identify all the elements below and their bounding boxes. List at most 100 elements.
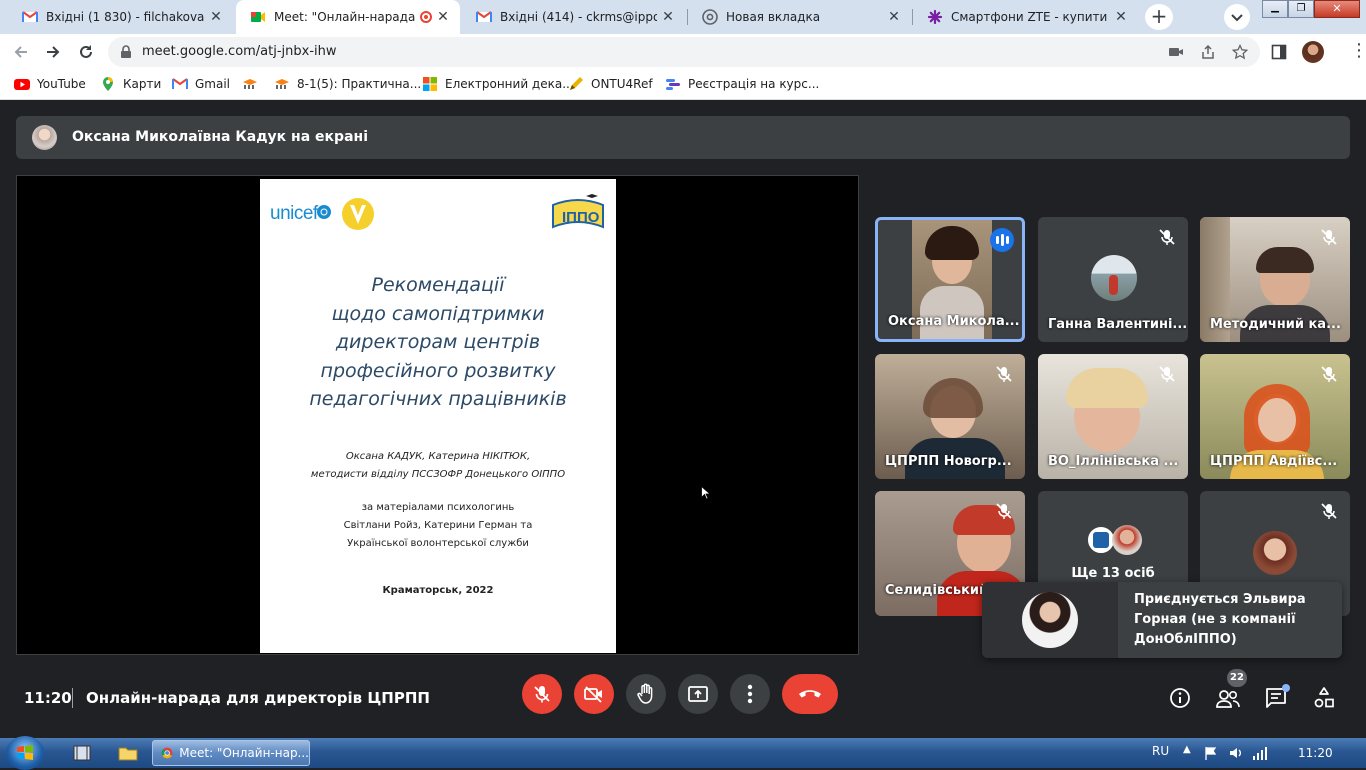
- source-line: Української волонтерської служби: [347, 538, 529, 549]
- browser-toolbar: meet.google.com/atj-jnbx-ihw ⋮: [0, 34, 1366, 70]
- forward-icon[interactable]: [44, 43, 62, 61]
- tab-search-button[interactable]: [1224, 4, 1250, 30]
- close-tab-icon[interactable]: ✕: [887, 9, 901, 25]
- profile-avatar[interactable]: [1302, 41, 1324, 63]
- network-icon[interactable]: [1252, 745, 1268, 761]
- participant-tile[interactable]: ЦПРПП Новогр...: [875, 354, 1025, 479]
- tab-gmail-2[interactable]: Вхідні (414) - ckrms@ippo.dn. ✕: [462, 0, 685, 34]
- close-tab-icon[interactable]: ✕: [661, 9, 675, 25]
- bookmark-youtube[interactable]: YouTube: [14, 76, 86, 92]
- participant-tile[interactable]: ВО_Іллінівська ...: [1038, 354, 1188, 479]
- people-count-badge: 22: [1227, 669, 1247, 687]
- chat-unread-dot: [1282, 684, 1290, 692]
- taskbar-media-player[interactable]: [62, 741, 102, 765]
- slide-footer: Краматорськ, 2022: [382, 585, 494, 596]
- presentation-slide: unicef ІППО Рекомендації щодо самопідтри…: [260, 179, 616, 653]
- meet-app: Оксана Миколаївна Кадук на екрані unicef…: [0, 101, 1366, 738]
- mic-toggle-button[interactable]: [522, 674, 562, 714]
- gmail-icon: [22, 11, 38, 22]
- participant-avatar: [1091, 255, 1137, 301]
- menu-icon[interactable]: ⋮: [1350, 40, 1366, 62]
- hand-icon: [637, 683, 653, 704]
- slide-title-line: Рекомендації: [371, 274, 505, 296]
- tab-label: Вхідні (414) - ckrms@ippo.dn.: [500, 10, 657, 24]
- taskbar-chrome-window[interactable]: Meet: "Онлайн-нар...: [152, 740, 310, 766]
- notification-preview: [982, 582, 1118, 658]
- participant-tile[interactable]: Оксана Микола...: [875, 217, 1025, 342]
- globe-icon: [317, 205, 331, 219]
- volume-icon[interactable]: [1228, 745, 1244, 761]
- close-tab-icon[interactable]: ✕: [1114, 9, 1128, 25]
- bookmark-label: YouTube: [37, 77, 86, 91]
- tab-meet[interactable]: Meet: "Онлайн-нарада дл ✕: [236, 0, 460, 34]
- participant-name: Ганна Валентині...: [1048, 317, 1188, 332]
- unicef-logo: unicef: [270, 203, 318, 224]
- join-notification[interactable]: Приєднується Эльвира Горная (не з компан…: [982, 582, 1342, 658]
- back-icon[interactable]: [12, 43, 30, 61]
- chrome-icon: [161, 747, 173, 759]
- address-bar[interactable]: meet.google.com/atj-jnbx-ihw: [108, 37, 1260, 67]
- start-button[interactable]: [6, 736, 44, 770]
- mic-off-icon: [996, 366, 1012, 382]
- tab-label: Новая вкладка: [726, 10, 821, 24]
- participant-avatar: [1253, 531, 1297, 575]
- participant-tile[interactable]: ЦПРПП Авдіївс...: [1200, 354, 1350, 479]
- camera-toggle-button[interactable]: [574, 674, 614, 714]
- present-screen-button[interactable]: [678, 674, 718, 714]
- presenter-avatar: [32, 125, 57, 150]
- lock-icon[interactable]: [120, 45, 132, 59]
- bookmark-registration[interactable]: Реєстрація на курс...: [665, 76, 819, 92]
- info-icon[interactable]: [1169, 687, 1191, 709]
- slide-source: за матеріалами психологинь Світлани Ройз…: [260, 499, 616, 553]
- new-tab-button[interactable]: +: [1145, 4, 1173, 30]
- join-notification-text: Приєднується Эльвира Горная (не з компан…: [1134, 592, 1306, 647]
- more-vert-icon: [747, 684, 753, 704]
- people-button[interactable]: 22: [1214, 669, 1247, 711]
- bookmark-label: Gmail: [195, 77, 231, 91]
- system-clock[interactable]: 11:20: [1298, 746, 1333, 760]
- windows-icon: [423, 77, 437, 91]
- bookmark-label: Електронний дека...: [445, 77, 574, 91]
- tab-label: Вхідні (1 830) - filchakova@ippo: [46, 10, 205, 24]
- reload-icon[interactable]: [77, 43, 95, 61]
- minimize-icon[interactable]: ▁: [1262, 0, 1288, 18]
- participant-tile[interactable]: Ганна Валентині...: [1038, 217, 1188, 342]
- raise-hand-button[interactable]: [626, 674, 666, 714]
- restore-icon[interactable]: ❐: [1288, 0, 1314, 18]
- tray-expand-icon[interactable]: ▲: [1183, 744, 1191, 755]
- more-options-button[interactable]: [730, 674, 770, 714]
- bookmark-moodle[interactable]: [242, 76, 265, 92]
- activities-icon[interactable]: [1313, 686, 1335, 710]
- side-panel-icon[interactable]: [1271, 44, 1287, 60]
- close-tab-icon[interactable]: ✕: [209, 9, 223, 25]
- bookmark-ontu[interactable]: ONTU4Ref: [568, 76, 653, 92]
- window-controls: ▁ ❐ ✕: [1262, 0, 1366, 20]
- close-tab-icon[interactable]: ✕: [436, 9, 450, 25]
- tab-new[interactable]: Новая вкладка ✕: [688, 0, 911, 34]
- tab-gmail-1[interactable]: Вхідні (1 830) - filchakova@ippo ✕: [8, 0, 233, 34]
- participant-tile[interactable]: Методичний ка...: [1200, 217, 1350, 342]
- taskbar-explorer[interactable]: [108, 741, 148, 765]
- url-text: meet.google.com/atj-jnbx-ihw: [142, 44, 337, 59]
- rozetka-icon: [927, 9, 943, 25]
- slide-title-line: щодо самопідтримки: [331, 302, 545, 325]
- share-icon[interactable]: [1200, 44, 1216, 60]
- participant-name: ВО_Іллінівська ...: [1048, 454, 1179, 469]
- bookmark-gmail[interactable]: Gmail: [172, 76, 230, 92]
- tab-rozetka[interactable]: Смартфони ZTE - купити сма ✕: [913, 0, 1138, 34]
- camera-icon[interactable]: [1168, 45, 1184, 59]
- close-window-icon[interactable]: ✕: [1314, 0, 1360, 18]
- leave-call-button[interactable]: [782, 674, 838, 714]
- bookmark-practical[interactable]: 8-1(5): Практична...: [274, 76, 421, 92]
- language-indicator[interactable]: RU: [1152, 744, 1169, 758]
- bookmark-dean[interactable]: Електронний дека...: [422, 76, 574, 92]
- flag-icon[interactable]: [1203, 745, 1219, 761]
- mic-off-icon: [1321, 366, 1337, 382]
- tab-label: Meet: "Онлайн-нарада дл: [274, 10, 416, 24]
- presentation-stage: unicef ІППО Рекомендації щодо самопідтри…: [16, 175, 859, 655]
- bookmark-maps[interactable]: Карти: [100, 76, 161, 92]
- chat-button[interactable]: [1264, 684, 1290, 710]
- chrome-icon: [702, 9, 718, 25]
- meeting-title: Онлайн-нарада для директорів ЦПРПП: [86, 689, 430, 707]
- star-icon[interactable]: [1232, 44, 1248, 60]
